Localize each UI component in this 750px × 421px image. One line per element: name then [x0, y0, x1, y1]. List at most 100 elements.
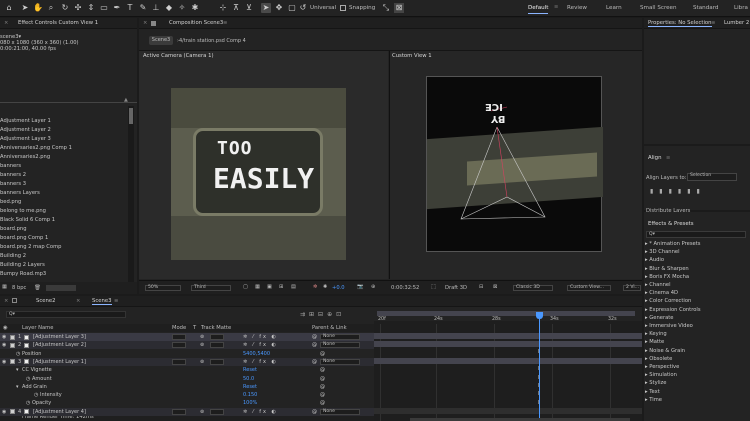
timeline-row[interactable]: ◉ 1 [Adjustment Layer 3] ⊚ ✲ ⁄ fx ◐ @ None [0, 333, 374, 341]
layer-name[interactable]: [Adjustment Layer 3] [33, 334, 86, 340]
layer-duration-bar[interactable] [374, 333, 642, 339]
timeline-graph[interactable]: 20f 24s 28s 34s 32s IIIIII [374, 308, 642, 421]
timeline-row[interactable]: ◷ Position 5400,5400 @ [0, 350, 374, 358]
project-item[interactable]: bed.png [0, 199, 21, 205]
project-item[interactable]: Black Solid 6 Comp 1 [0, 217, 55, 223]
renderer-label[interactable]: Draft 3D [445, 285, 467, 291]
universal-label[interactable]: Universal [310, 5, 336, 11]
project-item[interactable]: Building 2 [0, 253, 26, 259]
timeline-row[interactable]: ◉ 4 [Adjustment Layer 4] ⊚ ✲ ⁄ fx ◐ @ None [0, 407, 374, 416]
rectangle-tool-icon[interactable]: ▭ [99, 3, 109, 13]
snapping-label[interactable]: Snapping [349, 5, 375, 11]
track-matte-icon[interactable]: ⊚ [200, 359, 204, 365]
pickwhip-icon[interactable]: @ [312, 334, 317, 340]
timeline-switches[interactable]: ⇉⊞⊟⊕⊡ [300, 311, 345, 318]
timeline-row[interactable]: ▾ Add Grain Reset @ [0, 383, 374, 391]
hand-tool-icon[interactable]: ✋ [33, 3, 43, 13]
resolution-select[interactable]: Third [191, 285, 231, 291]
show-snapshot-icon[interactable]: ⊕ [371, 284, 375, 290]
tab-menu-icon[interactable]: ≡ [711, 20, 715, 26]
label-color-swatch[interactable] [10, 409, 15, 415]
effect-category[interactable]: ▸ * Animation Presets [645, 241, 700, 247]
track-matte-icon[interactable]: ⊚ [200, 342, 204, 348]
snapping-checkbox[interactable] [340, 5, 346, 11]
viewer-lock-icon[interactable]: ⊟ [479, 284, 483, 290]
property-value[interactable]: Reset [243, 367, 257, 373]
anchor-icon[interactable]: ⊹ [218, 3, 228, 13]
align-tool-icon[interactable]: ⊼ [231, 3, 241, 13]
expand-arrow-icon[interactable]: ◷ [26, 400, 30, 406]
effect-category[interactable]: ▸ Obsolete [645, 356, 672, 362]
workspace-small-screen[interactable]: Small Screen [640, 5, 677, 11]
clone-stamp-icon[interactable]: ⊥ [151, 3, 161, 13]
effect-category[interactable]: ▸ Text [645, 389, 660, 395]
guides-icon[interactable]: ⊞ [279, 284, 283, 290]
toggle-viewer-icon[interactable]: ⊠ [493, 284, 497, 290]
header-layer-name[interactable]: Layer Name [22, 325, 53, 331]
track-matte-icon[interactable]: ⊚ [200, 409, 204, 415]
pickwhip-icon[interactable]: @ [320, 367, 325, 373]
parent-select[interactable]: None [320, 408, 360, 415]
effect-category[interactable]: ▸ Audio [645, 257, 664, 263]
comp-frame[interactable]: TOO EASILY [171, 88, 346, 260]
camera-wireframe[interactable] [427, 77, 603, 253]
workspace-libraries[interactable]: Libra [734, 5, 748, 11]
header-t[interactable]: T [193, 325, 196, 331]
snap-target-icon[interactable]: ⤡ [381, 3, 391, 13]
effect-category[interactable]: ▸ 3D Channel [645, 249, 680, 255]
project-item[interactable]: Adjustment Layer 1 [0, 118, 51, 124]
visibility-icon[interactable]: ◉ [2, 342, 6, 348]
timeline-row[interactable]: ◷ Amount 50.0 @ [0, 375, 374, 383]
mode-select[interactable] [172, 408, 186, 415]
tab-properties[interactable]: Properties: No Selection [648, 20, 712, 27]
expand-arrow-icon[interactable]: ◷ [34, 392, 38, 398]
pickwhip-icon[interactable]: @ [320, 392, 325, 398]
tab-scene3[interactable]: Scene3 [92, 298, 112, 305]
tab-close-icon[interactable]: × [4, 298, 8, 304]
pan-camera-icon[interactable]: ✣ [73, 3, 83, 13]
custom-view-frame[interactable]: ICE BY [426, 76, 603, 253]
layer-switches[interactable]: ✲ ⁄ fx ◐ [243, 359, 278, 365]
effect-category[interactable]: ▸ Noise & Grain [645, 348, 685, 354]
project-item[interactable]: Adjustment Layer 2 [0, 127, 51, 133]
layer-switches[interactable]: ✲ ⁄ fx ◐ [243, 342, 278, 348]
tab-composition[interactable]: Composition Scene3 [169, 20, 223, 26]
tab-scene2[interactable]: Scene2 [36, 298, 56, 304]
track-matte-select[interactable] [210, 358, 224, 365]
snapshot-icon[interactable]: 📷 [357, 284, 363, 290]
layer-name[interactable]: [Adjustment Layer 2] [33, 342, 86, 348]
effect-category[interactable]: ▸ Stylize [645, 380, 666, 386]
property-value[interactable]: 50.0 [243, 376, 254, 382]
layer-switches[interactable]: ✲ ⁄ fx ◐ [243, 409, 278, 415]
breadcrumb-path[interactable]: 4/train station.psd Comp 4 [179, 38, 246, 44]
effect-category[interactable]: ▸ Cinema 4D [645, 290, 678, 296]
header-parent[interactable]: Parent & Link [312, 325, 347, 331]
pickwhip-icon[interactable]: @ [312, 359, 317, 365]
current-time-indicator[interactable] [539, 313, 540, 421]
project-item[interactable]: Building 2 Layers [0, 262, 45, 268]
label-color-swatch[interactable] [10, 359, 15, 365]
mode-select[interactable] [172, 342, 186, 349]
visibility-icon[interactable]: ◉ [2, 334, 6, 340]
move-icon[interactable]: ✥ [274, 3, 284, 13]
timeline-row[interactable]: ◉ 2 [Adjustment Layer 2] ⊚ ✲ ⁄ fx ◐ @ None [0, 341, 374, 350]
workspace-default[interactable]: Default [528, 5, 549, 14]
effect-category[interactable]: ▸ Immersive Video [645, 323, 693, 329]
project-item[interactable]: Bumpy Road.mp3 [0, 271, 46, 277]
workspace-standard[interactable]: Standard [693, 5, 718, 11]
effect-category[interactable]: ▸ Boris FX Mocha [645, 274, 689, 280]
property-value[interactable]: 0.150 [243, 392, 257, 398]
scroll-thumb[interactable] [129, 108, 133, 124]
grid-icon[interactable]: ▤ [291, 284, 296, 290]
lock-icon[interactable] [151, 21, 156, 26]
timeline-search[interactable]: Q▾ [6, 311, 126, 318]
tab-effect-controls[interactable]: Effect Controls Custom View 1 [18, 20, 98, 26]
orbit-camera-icon[interactable]: ↻ [60, 3, 70, 13]
layer-duration-bar[interactable] [374, 358, 642, 364]
brush-tool-icon[interactable]: ✎ [138, 3, 148, 13]
transparency-icon[interactable]: ▦ [255, 284, 260, 290]
effect-category[interactable]: ▸ Time [645, 397, 662, 403]
workspace-menu-icon[interactable]: ≡ [554, 4, 558, 10]
track-matte-icon[interactable]: ⊚ [200, 334, 204, 340]
timeline-row[interactable]: ◷ Opacity 100% @ [0, 399, 374, 407]
